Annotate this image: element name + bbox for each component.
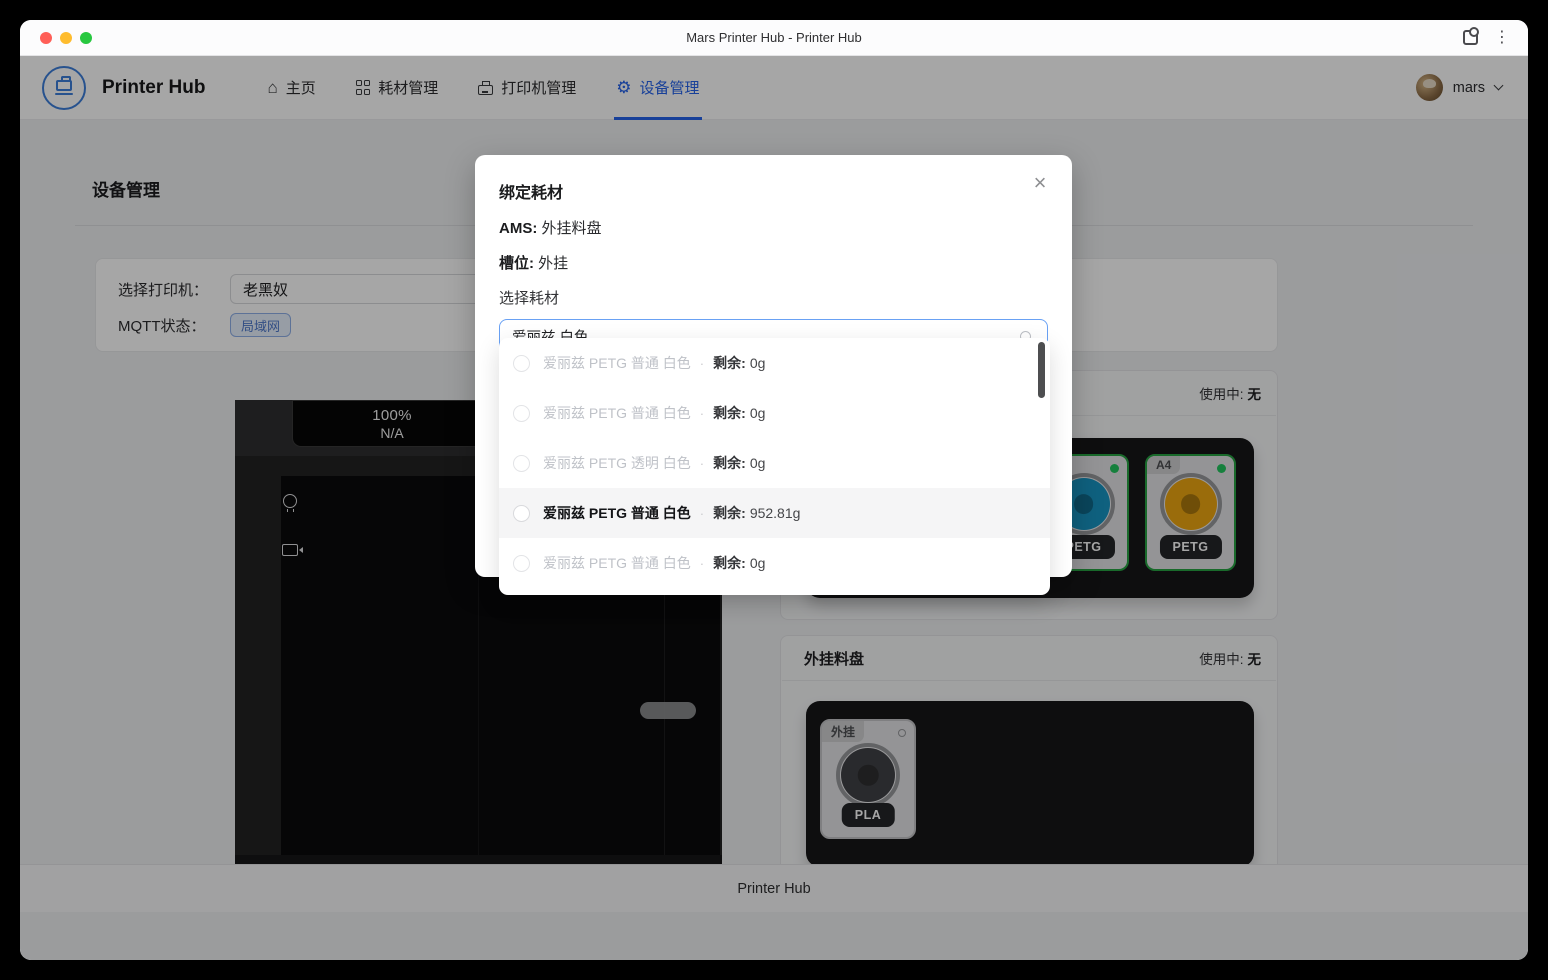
- radio-icon: [513, 405, 530, 422]
- dropdown-scrollbar[interactable]: [1038, 342, 1045, 398]
- titlebar: Mars Printer Hub - Printer Hub ⋮: [20, 20, 1528, 56]
- radio-icon: [513, 355, 530, 372]
- filament-option[interactable]: 爱丽兹 PETG 普通 白色 · 剩余: 0g: [499, 388, 1050, 438]
- filament-select-label: 选择耗材: [499, 287, 1048, 308]
- browser-window: Mars Printer Hub - Printer Hub ⋮ Printer…: [20, 20, 1528, 960]
- filament-options-dropdown: 爱丽兹 PETG 普通 白色 · 剩余: 0g 爱丽兹 PETG 普通 白色 ·…: [499, 338, 1050, 595]
- modal-title: 绑定耗材: [499, 179, 1048, 203]
- modal-slot-line: 槽位: 外挂: [499, 252, 1048, 273]
- radio-icon: [513, 555, 530, 572]
- filament-option[interactable]: 爱丽兹 PETG 普通 白色 · 剩余: 0g: [499, 338, 1050, 388]
- filament-option[interactable]: 爱丽兹 PETG 透明 白色 · 剩余: 0g: [499, 438, 1050, 488]
- filament-option-highlighted[interactable]: 爱丽兹 PETG 普通 白色 · 剩余: 952.81g: [499, 488, 1050, 538]
- window-title: Mars Printer Hub - Printer Hub: [20, 30, 1528, 45]
- close-icon[interactable]: ×: [1026, 169, 1054, 197]
- radio-icon: [513, 505, 530, 522]
- radio-icon: [513, 455, 530, 472]
- modal-ams-line: AMS: 外挂料盘: [499, 217, 1048, 238]
- filament-option[interactable]: 爱丽兹 PETG 普通 白色 · 剩余: 0g: [499, 538, 1050, 588]
- extensions-icon[interactable]: [1463, 30, 1478, 45]
